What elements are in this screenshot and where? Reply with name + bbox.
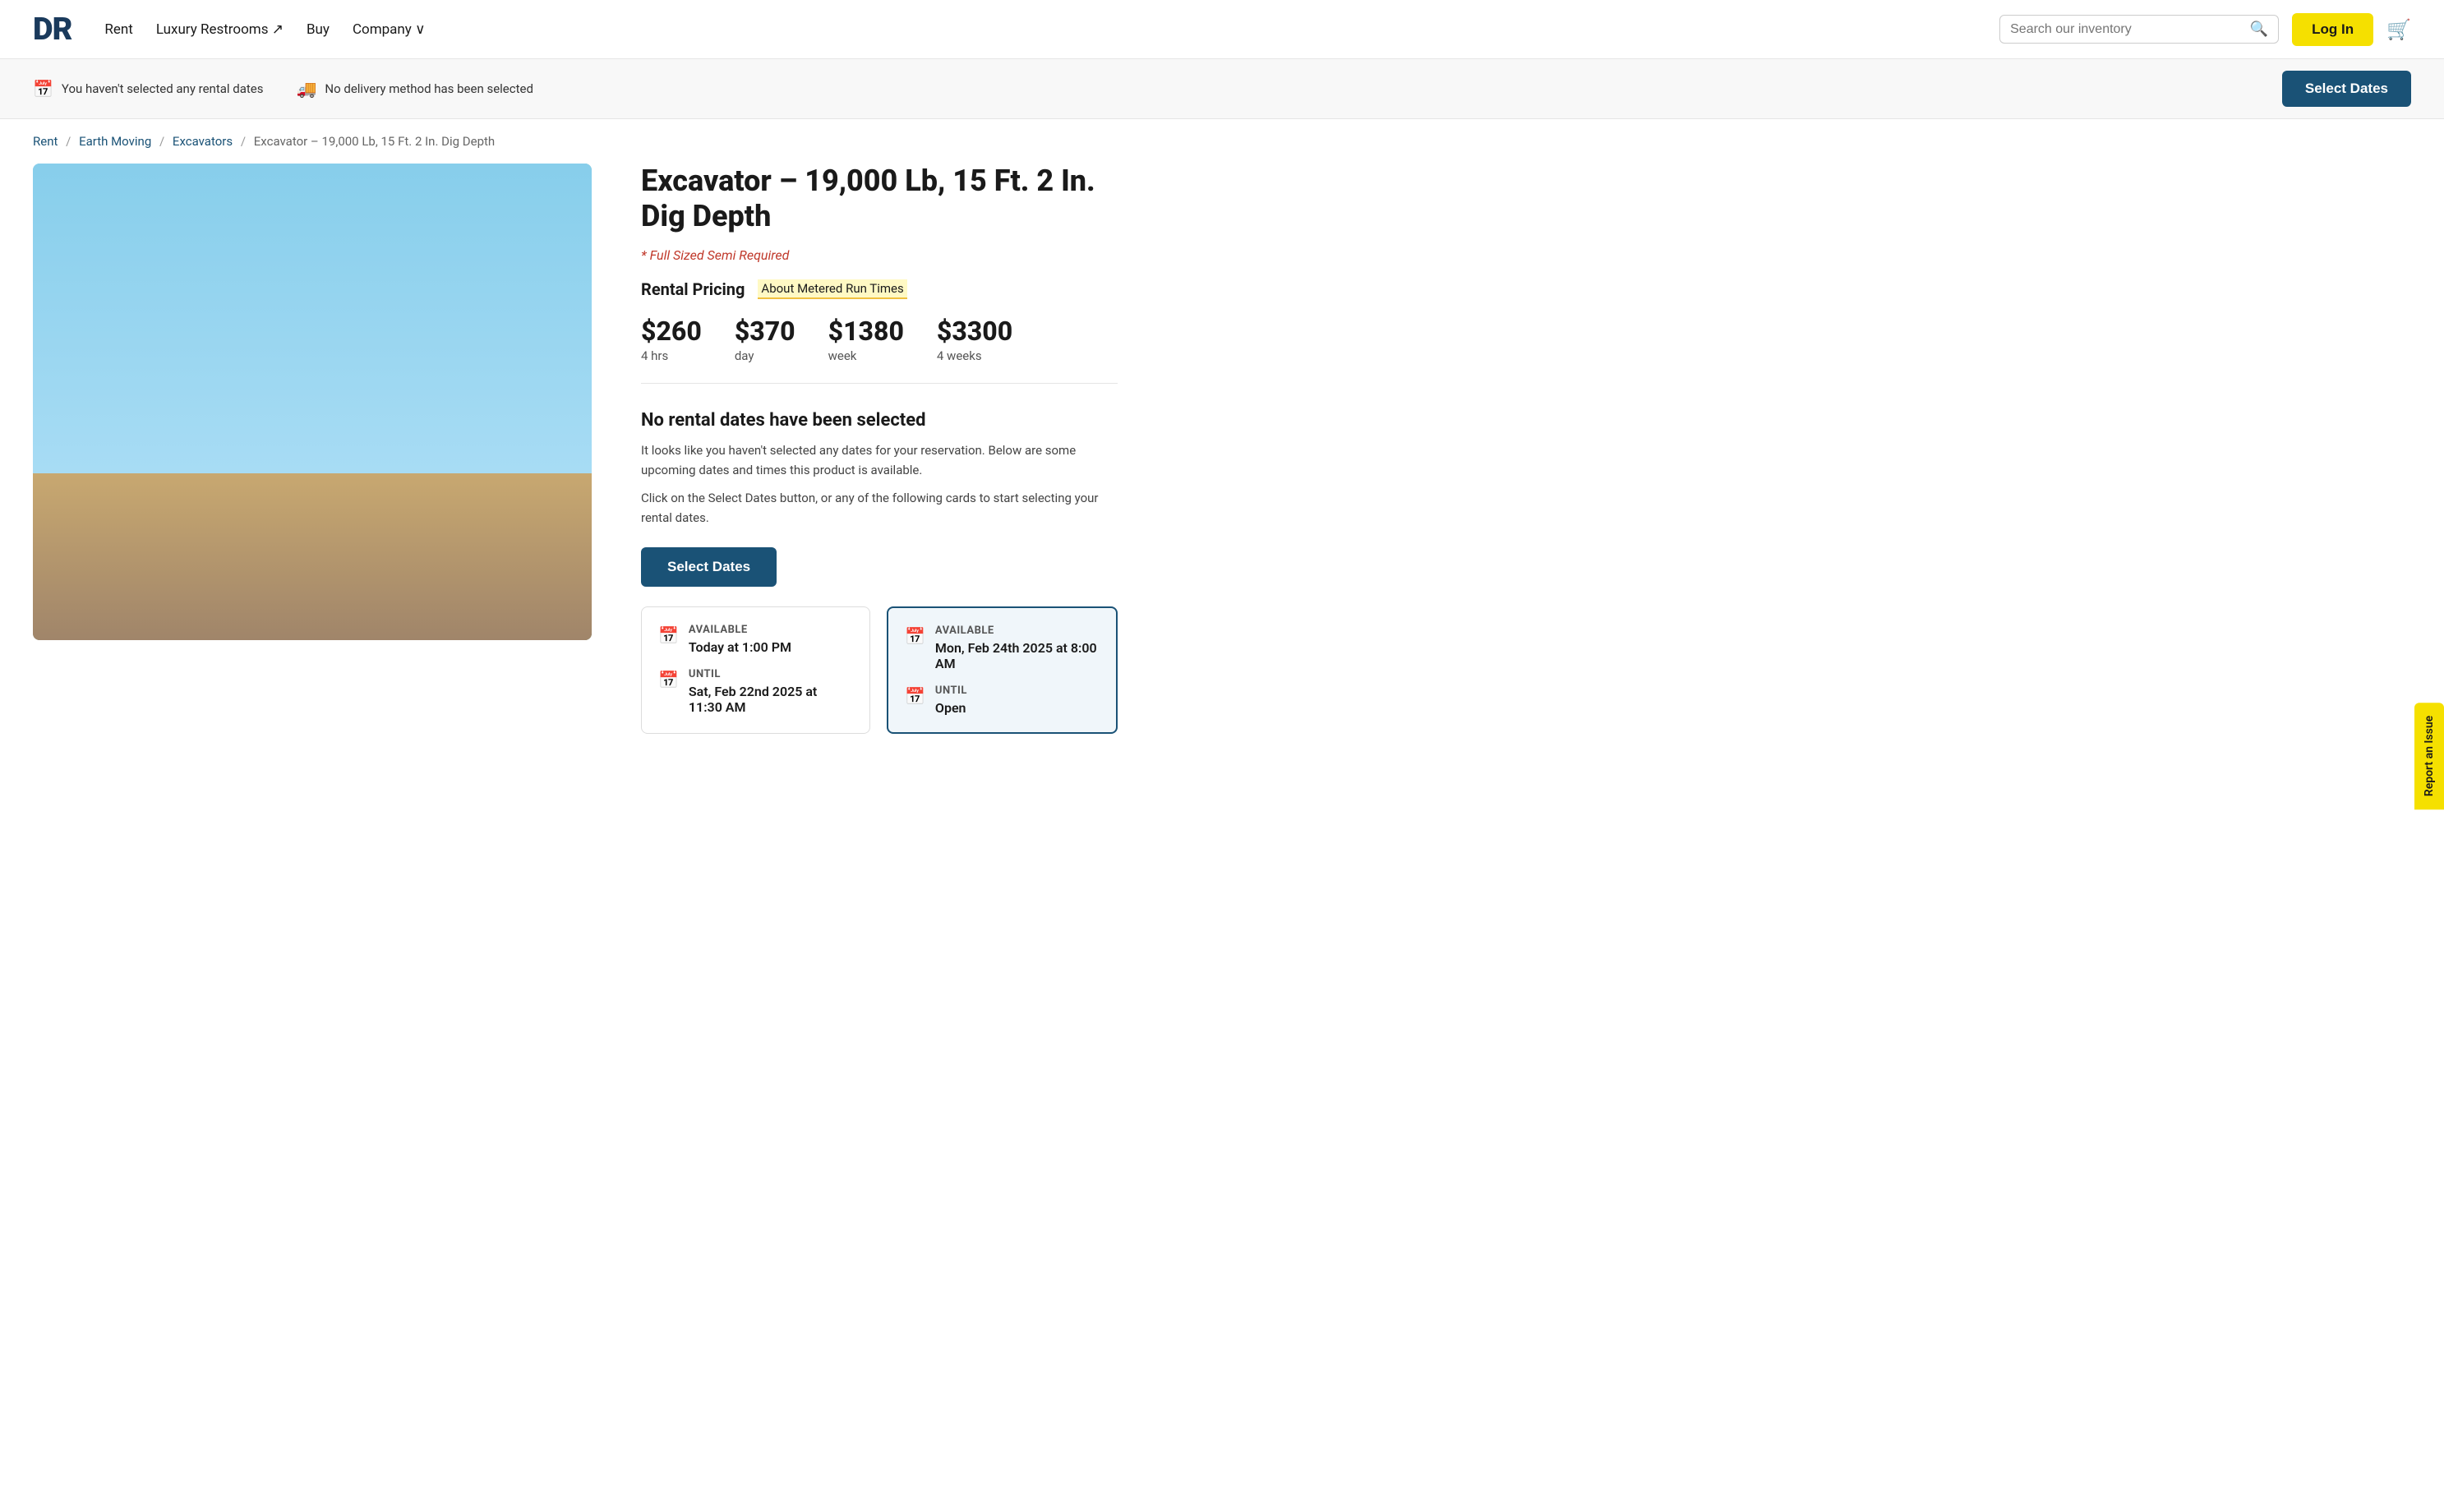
avail-available-value-2: Mon, Feb 24th 2025 at 8:00 AM [935,640,1100,671]
avail-row-available-2: 📅 Available Mon, Feb 24th 2025 at 8:00 A… [905,625,1100,671]
product-title: Excavator – 19,000 Lb, 15 Ft. 2 In. Dig … [641,164,1118,234]
price-day-amount: $370 [735,316,795,347]
logo-d: D [33,12,53,48]
calendar-until-icon-1: 📅 [658,670,679,689]
ground-bg [33,473,592,640]
no-dates-text-2: Click on the Select Dates button, or any… [641,488,1118,528]
calendar-notif-icon: 📅 [33,79,53,99]
navbar: DR Rent Luxury Restrooms ↗ Buy Company ∨… [0,0,2444,59]
search-box: 🔍 [1999,15,2279,44]
nav-luxury-restrooms[interactable]: Luxury Restrooms ↗ [156,21,284,38]
rental-pricing-header: Rental Pricing About Metered Run Times [641,279,1118,299]
search-icon: 🔍 [2250,21,2268,37]
no-dates-section: No rental dates have been selected It lo… [641,410,1118,528]
avail-available-value-1: Today at 1:00 PM [689,639,791,655]
rental-pricing-label: Rental Pricing [641,279,745,299]
breadcrumb-sep-2: / [159,134,164,149]
notif-dates: 📅 You haven't selected any rental dates [33,79,263,99]
product-image-container: Bobcat [33,164,592,734]
breadcrumb-sep-1: / [66,134,71,149]
site-logo[interactable]: DR [33,12,71,48]
nav-buy[interactable]: Buy [307,21,330,38]
breadcrumb: Rent / Earth Moving / Excavators / Excav… [0,119,2444,164]
availability-cards: 📅 Available Today at 1:00 PM 📅 Until Sat… [641,606,1118,734]
notif-delivery: 🚚 No delivery method has been selected [296,79,533,99]
search-button[interactable]: 🔍 [2250,21,2268,38]
price-4hrs-amount: $260 [641,316,702,347]
semi-required-notice: * Full Sized Semi Required [641,247,1118,263]
product-image: Bobcat [33,164,592,640]
price-4weeks: $3300 4 weeks [937,316,1012,363]
select-dates-main-button[interactable]: Select Dates [641,547,777,587]
sky-bg [33,164,592,497]
semi-required-text: * Full Sized Semi Required [641,247,789,263]
breadcrumb-earth-moving[interactable]: Earth Moving [79,134,151,149]
price-4hrs-period: 4 hrs [641,348,702,363]
notif-dates-text: You haven't selected any rental dates [62,81,264,96]
main-content: Bobcat [0,164,1151,767]
product-details: Excavator – 19,000 Lb, 15 Ft. 2 In. Dig … [641,164,1118,734]
avail-row-until-1: 📅 Until Sat, Feb 22nd 2025 at 11:30 AM [658,668,853,715]
avail-available-label-2: Available [935,625,1100,637]
price-day: $370 day [735,316,795,363]
avail-until-value-1: Sat, Feb 22nd 2025 at 11:30 AM [689,684,853,715]
search-input[interactable] [2010,22,2243,37]
price-week-amount: $1380 [828,316,904,347]
price-4hrs: $260 4 hrs [641,316,702,363]
pricing-grid: $260 4 hrs $370 day $1380 week $3300 4 w… [641,316,1118,384]
nav-company[interactable]: Company ∨ [353,21,426,38]
calendar-until-icon-2: 📅 [905,686,925,706]
price-week-period: week [828,348,904,363]
no-dates-text-1: It looks like you haven't selected any d… [641,440,1118,480]
avail-until-label-1: Until [689,668,853,680]
avail-row-until-2: 📅 Until Open [905,685,1100,716]
calendar-icon-1: 📅 [658,625,679,645]
avail-row-available-1: 📅 Available Today at 1:00 PM [658,624,853,655]
logo-r: R [53,12,72,48]
nav-rent[interactable]: Rent [104,21,132,38]
price-day-period: day [735,348,795,363]
availability-card-2[interactable]: 📅 Available Mon, Feb 24th 2025 at 8:00 A… [887,606,1118,734]
cart-icon[interactable]: 🛒 [2386,18,2411,41]
login-button[interactable]: Log In [2292,13,2373,46]
breadcrumb-sep-3: / [241,134,246,149]
report-issue-tab[interactable]: Report an Issue [2414,703,2444,809]
select-dates-top-button[interactable]: Select Dates [2282,71,2411,107]
availability-card-1[interactable]: 📅 Available Today at 1:00 PM 📅 Until Sat… [641,606,870,734]
notif-delivery-text: No delivery method has been selected [325,81,533,96]
notification-bar: 📅 You haven't selected any rental dates … [0,59,2444,119]
avail-available-label-1: Available [689,624,791,636]
avail-until-label-2: Until [935,685,967,697]
breadcrumb-excavators[interactable]: Excavators [173,134,233,149]
avail-until-value-2: Open [935,700,967,716]
delivery-notif-icon: 🚚 [296,79,316,99]
breadcrumb-rent[interactable]: Rent [33,134,58,149]
nav-links: Rent Luxury Restrooms ↗ Buy Company ∨ [104,21,1973,38]
metered-run-times-link[interactable]: About Metered Run Times [758,279,906,299]
no-dates-title: No rental dates have been selected [641,410,1118,431]
calendar-icon-2: 📅 [905,626,925,646]
price-4weeks-amount: $3300 [937,316,1012,347]
breadcrumb-current: Excavator – 19,000 Lb, 15 Ft. 2 In. Dig … [254,134,495,149]
price-week: $1380 week [828,316,904,363]
navbar-right: 🔍 Log In 🛒 [1999,13,2411,46]
price-4weeks-period: 4 weeks [937,348,1012,363]
